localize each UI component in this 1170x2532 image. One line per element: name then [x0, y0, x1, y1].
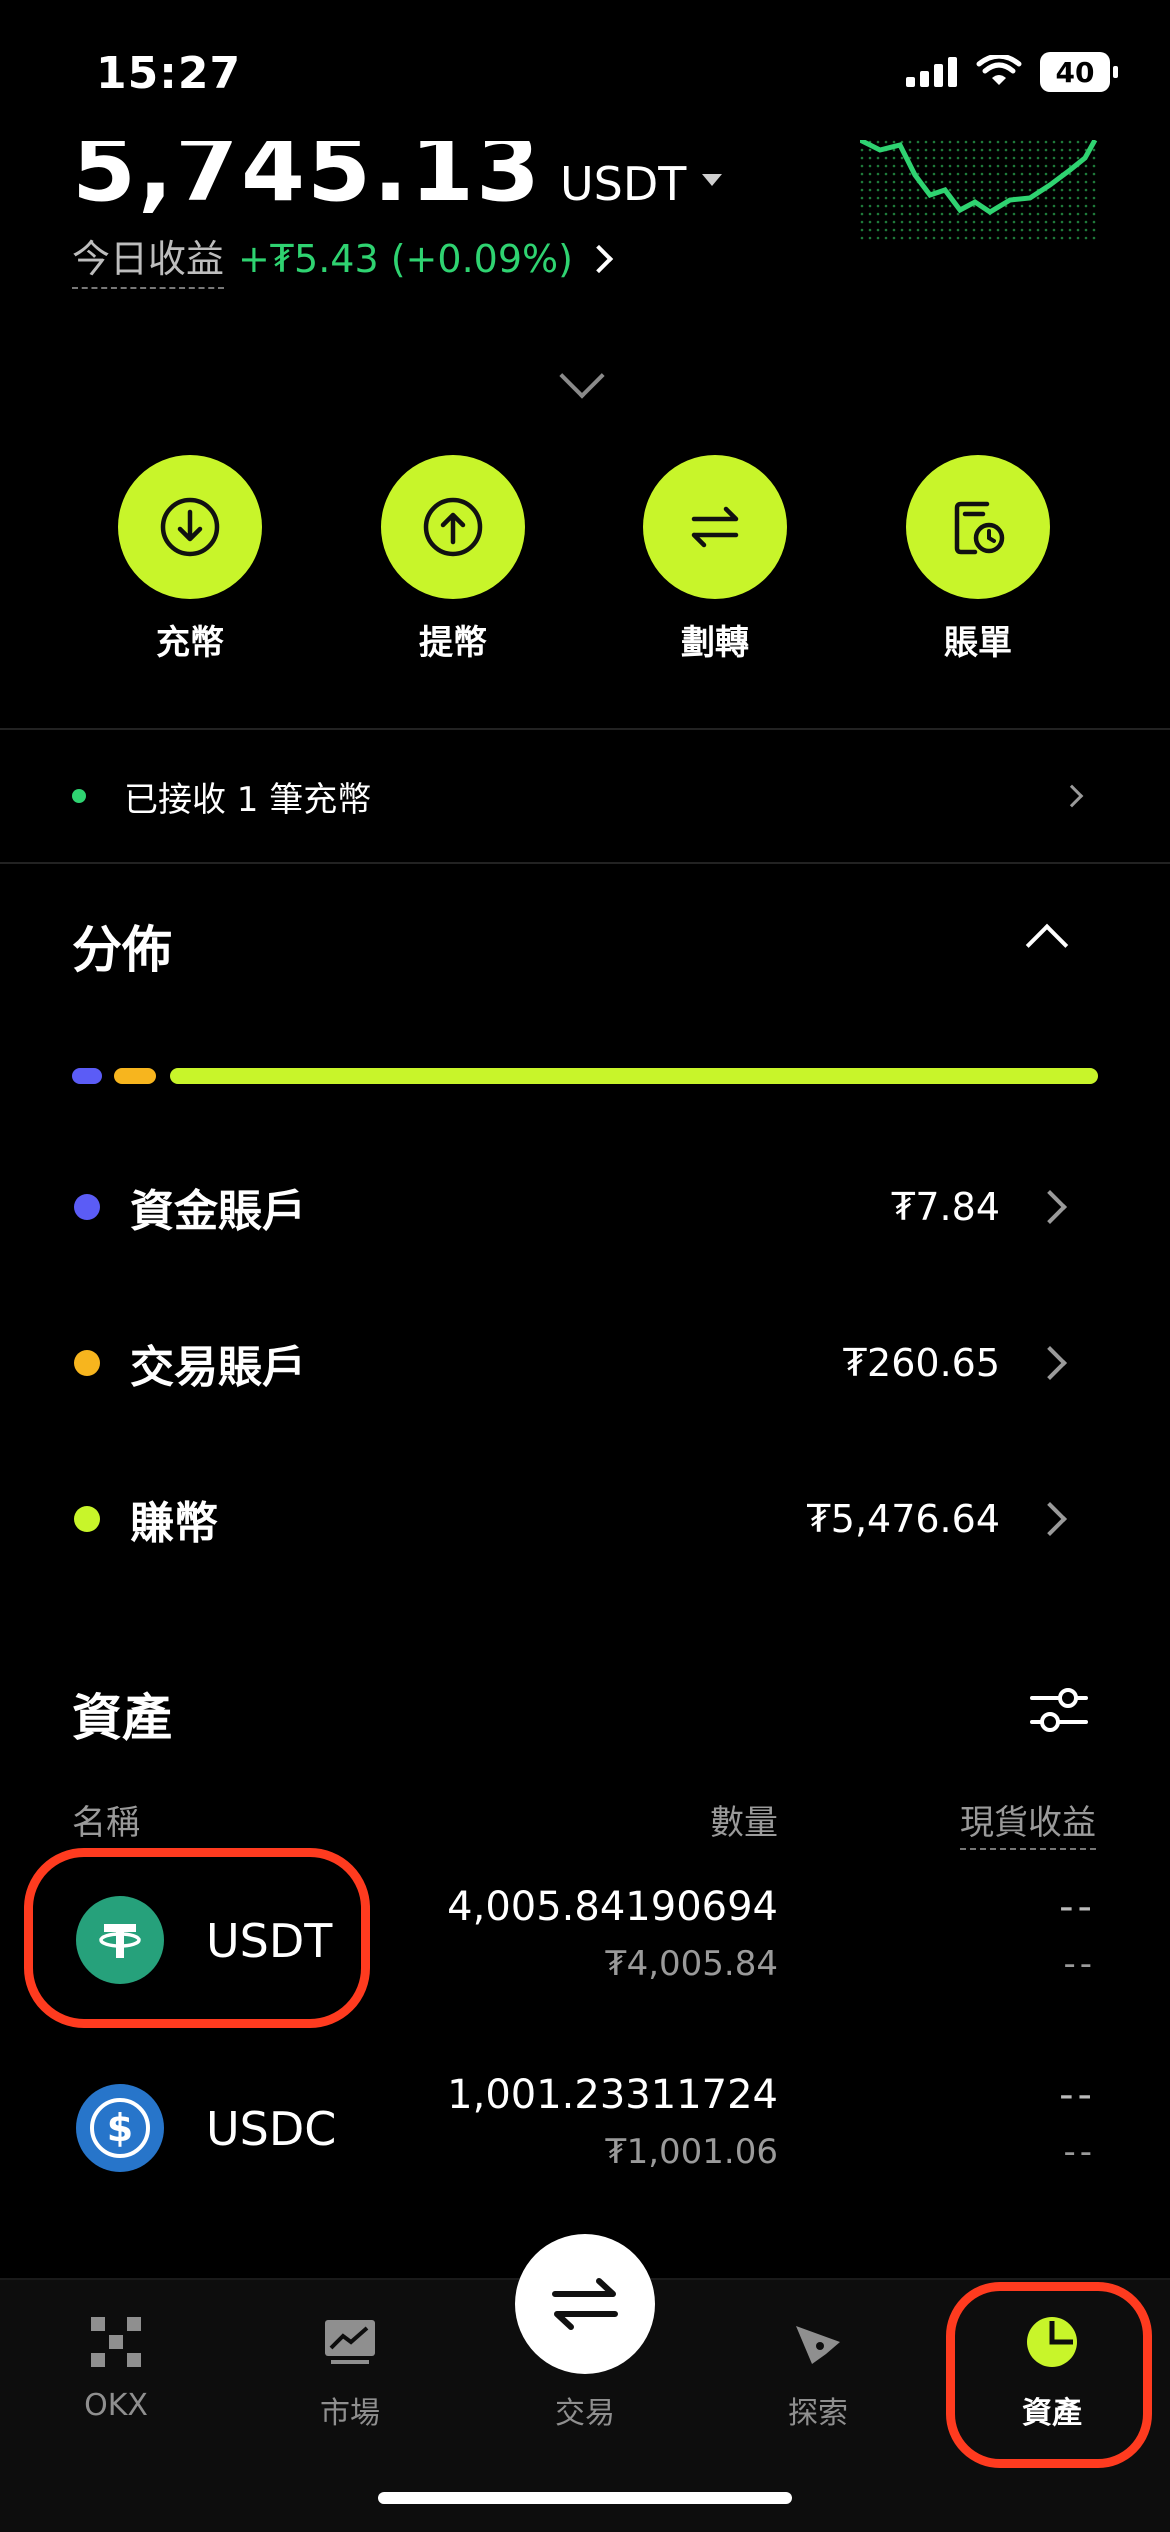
account-row-funding[interactable]: 資金賬戶 ₮7.84 [0, 1162, 1170, 1252]
nav-label: 市場 [320, 2396, 380, 2431]
distribution-segment-earn [170, 1068, 1098, 1084]
account-value: ₮5,476.64 [806, 1497, 1000, 1541]
account-name: 交易賬戶 [130, 1342, 306, 1393]
asset-spot-pnl-percent: -- [1063, 2132, 1096, 2172]
transfer-label: 劃轉 [681, 623, 749, 663]
balance-sparkline [860, 140, 1100, 240]
wifi-icon [976, 55, 1022, 85]
bill-label: 賬單 [944, 623, 1012, 663]
asset-quantity: 1,001.23311724 [447, 2072, 778, 2118]
deposit-notice-row[interactable]: 已接收 1 筆充幣 [0, 730, 1170, 862]
distribution-segment-trading [114, 1068, 156, 1084]
chevron-right-icon [1060, 784, 1084, 808]
home-indicator[interactable] [378, 2492, 792, 2504]
asset-quantity: 4,005.84190694 [447, 1884, 778, 1930]
unit-dropdown-icon[interactable] [702, 174, 723, 186]
bill-icon [954, 501, 1005, 555]
asset-symbol: USDC [206, 2102, 337, 2156]
nav-label: OKX [84, 2388, 148, 2423]
cellular-signal-icon [906, 57, 957, 87]
trade-label: 交易 [555, 2396, 615, 2431]
okx-logo-icon [91, 2317, 141, 2367]
status-dot-icon [72, 789, 86, 803]
account-color-dot [74, 1350, 100, 1376]
asset-spot-pnl: -- [1059, 1884, 1096, 1930]
svg-text:$: $ [107, 2106, 133, 2150]
status-bar: 15:27 40 [0, 0, 1170, 140]
asset-row-usdc[interactable]: $ USDC 1,001.23311724 ₮1,001.06 -- -- [0, 2054, 1170, 2204]
nav-label: 探索 [788, 2396, 848, 2431]
deposit-notice-text: 已接收 1 筆充幣 [124, 779, 372, 820]
asset-spot-pnl: -- [1059, 2072, 1096, 2118]
status-icons: 40 [906, 52, 1118, 92]
market-chart-icon [325, 2320, 375, 2364]
nav-explore[interactable]: 探索 [718, 2310, 918, 2432]
balance-unit[interactable]: USDT [560, 157, 686, 211]
account-name: 資金賬戶 [130, 1186, 306, 1237]
column-header-spot-pnl[interactable]: 現貨收益 [960, 1795, 1096, 1850]
withdraw-label: 提幣 [419, 623, 487, 663]
chevron-right-icon [1033, 1190, 1067, 1224]
chevron-right-icon [584, 244, 614, 273]
compass-icon [796, 2326, 840, 2364]
trade-button[interactable] [515, 2234, 655, 2374]
distribution-bar [72, 1068, 1098, 1084]
account-value: ₮7.84 [891, 1185, 1000, 1229]
asset-value: ₮1,001.06 [604, 2132, 778, 2172]
deposit-label: 充幣 [156, 623, 224, 663]
asset-value: ₮4,005.84 [604, 1944, 778, 1984]
account-color-dot [74, 1194, 100, 1220]
chevron-right-icon [1033, 1502, 1067, 1536]
column-header-quantity: 數量 [710, 1803, 778, 1843]
assets-title: 資產 [72, 1689, 172, 1747]
chevron-right-icon [1033, 1346, 1067, 1380]
withdraw-button[interactable]: 提幣 [363, 455, 543, 664]
chevron-up-icon[interactable] [1025, 923, 1069, 967]
assets-screen: 15:27 40 5,745.13 USDT 今日收益 +₮5.43 (+0.0… [0, 0, 1170, 2532]
account-row-trading[interactable]: 交易賬戶 ₮260.65 [0, 1318, 1170, 1408]
nav-market[interactable]: 市場 [250, 2310, 450, 2432]
distribution-segment-funding [72, 1068, 102, 1084]
bill-button[interactable]: 賬單 [888, 455, 1068, 664]
highlight-usdt-annotation [24, 1848, 370, 2028]
today-earnings-row[interactable]: 今日收益 +₮5.43 (+0.09%) [72, 228, 614, 289]
account-row-earn[interactable]: 賺幣 ₮5,476.64 [0, 1474, 1170, 1564]
usdc-coin-icon: $ [76, 2084, 164, 2172]
asset-spot-pnl-percent: -- [1063, 1944, 1096, 1984]
chevron-down-icon[interactable] [559, 353, 605, 399]
transfer-button[interactable]: 劃轉 [625, 455, 805, 664]
account-name: 賺幣 [130, 1498, 218, 1549]
trade-swap-icon [552, 2278, 618, 2330]
battery-icon: 40 [1040, 52, 1118, 92]
today-earnings-label: 今日收益 [72, 228, 225, 289]
distribution-title: 分佈 [72, 921, 172, 979]
filter-settings-icon[interactable] [1030, 1685, 1088, 1735]
column-header-name: 名稱 [72, 1803, 140, 1843]
transfer-icon [691, 506, 739, 548]
divider [0, 862, 1170, 864]
today-earnings-value: +₮5.43 (+0.09%) [238, 236, 573, 281]
action-buttons: 充幣 提幣 劃轉 賬單 [0, 455, 1170, 663]
account-value: ₮260.65 [842, 1341, 1000, 1385]
deposit-icon [160, 497, 220, 557]
deposit-button[interactable]: 充幣 [100, 455, 280, 664]
account-color-dot [74, 1506, 100, 1532]
status-time: 15:27 [96, 48, 242, 99]
highlight-assets-annotation [946, 2282, 1152, 2468]
nav-okx[interactable]: OKX [16, 2310, 216, 2423]
withdraw-icon [423, 497, 483, 557]
